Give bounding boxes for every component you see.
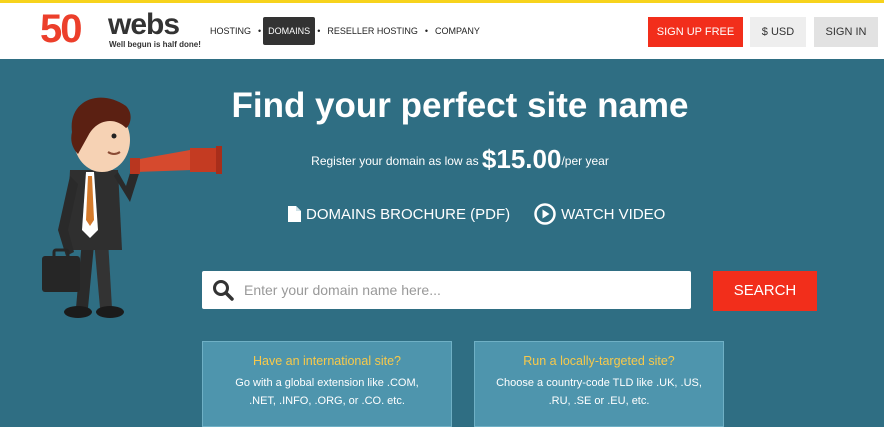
main-nav: HOSTING • DOMAINS • RESELLER HOSTING • C… bbox=[205, 17, 485, 45]
nav-separator: • bbox=[258, 26, 262, 36]
card-title: Run a locally-targeted site? bbox=[523, 354, 675, 368]
site-header: 50 webs Well begun is half done! HOSTING… bbox=[0, 3, 884, 59]
document-icon bbox=[288, 206, 301, 222]
card-text: Go with a global extension like .COM, .N… bbox=[235, 377, 419, 407]
domain-search-box bbox=[202, 271, 691, 309]
nav-item-company[interactable]: COMPANY bbox=[430, 17, 485, 45]
logo-word: webs bbox=[108, 8, 180, 41]
logo-tagline: Well begun is half done! bbox=[109, 40, 201, 49]
card-text: Choose a country-code TLD like .UK, .US,… bbox=[496, 377, 702, 407]
watch-video-link[interactable]: WATCH VIDEO bbox=[534, 203, 665, 225]
info-card-international[interactable]: Have an international site? Go with a gl… bbox=[202, 341, 452, 427]
hero-subtitle: Register your domain as low as $15.00/pe… bbox=[240, 144, 680, 175]
hero-title: Find your perfect site name bbox=[231, 86, 689, 125]
currency-button[interactable]: $ USD bbox=[750, 17, 806, 47]
search-button[interactable]: SEARCH bbox=[713, 271, 817, 311]
nav-item-hosting[interactable]: HOSTING bbox=[205, 17, 256, 45]
domain-search-input[interactable] bbox=[242, 281, 676, 299]
sign-in-button[interactable]: SIGN IN bbox=[814, 17, 878, 47]
search-icon bbox=[213, 280, 234, 301]
price-suffix: /per year bbox=[561, 154, 609, 168]
play-icon bbox=[534, 203, 556, 225]
info-card-local[interactable]: Run a locally-targeted site? Choose a co… bbox=[474, 341, 724, 427]
nav-separator: • bbox=[424, 26, 429, 36]
domains-brochure-link[interactable]: DOMAINS BROCHURE (PDF) bbox=[288, 206, 510, 223]
card-title: Have an international site? bbox=[252, 354, 401, 368]
hero-links: DOMAINS BROCHURE (PDF) WATCH VIDEO bbox=[288, 203, 665, 225]
nav-item-domains[interactable]: DOMAINS bbox=[263, 17, 316, 45]
nav-item-reseller-hosting[interactable]: RESELLER HOSTING bbox=[322, 17, 423, 45]
logo[interactable]: 50 webs Well begun is half done! bbox=[40, 7, 201, 54]
sign-up-button[interactable]: SIGN UP FREE bbox=[648, 17, 743, 47]
watch-video-label: WATCH VIDEO bbox=[561, 205, 666, 223]
nav-separator: • bbox=[317, 26, 321, 36]
price: $15.00 bbox=[481, 144, 562, 174]
domains-brochure-label: DOMAINS BROCHURE (PDF) bbox=[306, 205, 511, 223]
hero-subtitle-prefix: Register your domain as low as bbox=[311, 154, 482, 168]
logo-number: 50 bbox=[40, 7, 82, 51]
